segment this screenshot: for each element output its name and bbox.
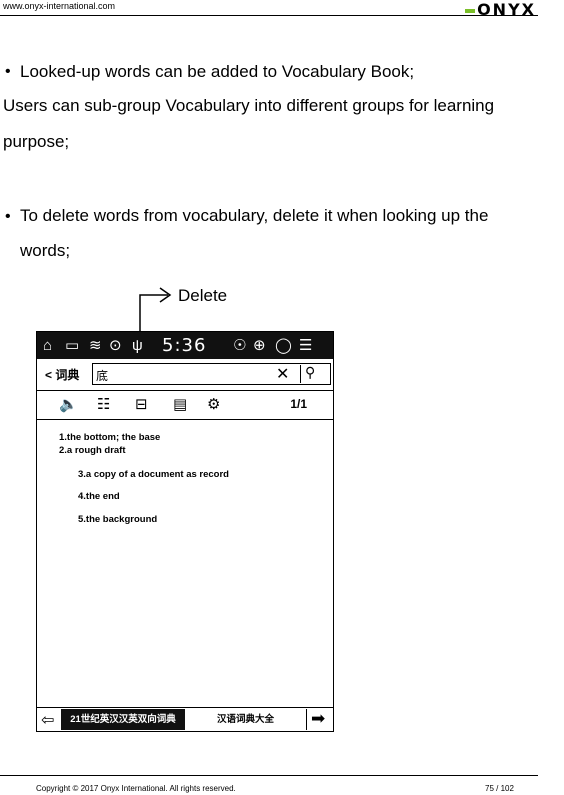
list-item: 1.the bottom; the base	[59, 432, 161, 443]
arrow-left-icon[interactable]: ⇦	[41, 710, 54, 730]
zoom-icon: ⊕	[253, 337, 266, 354]
toolbar: 🔈 ☷ ⊟ ▤ ⚙ 1/1	[37, 391, 333, 420]
tab-dictionary-active[interactable]: 21世纪英汉汉英双向词典	[61, 709, 185, 730]
wifi-icon: ≋	[89, 337, 102, 354]
menu-icon: ☰	[299, 337, 313, 354]
usb-icon: ψ	[132, 337, 143, 354]
speaker-icon[interactable]: 🔈	[59, 395, 78, 413]
gear-icon[interactable]: ⚙	[207, 395, 220, 413]
page-indicator: 1/1	[290, 397, 307, 411]
chevron-down-icon: ⊙	[109, 337, 122, 354]
tab-dictionary-other[interactable]: 汉语词典大全	[185, 709, 307, 730]
search-icon[interactable]: ⚲	[305, 364, 315, 381]
close-icon[interactable]: ✕	[276, 364, 289, 384]
vocabulary-icon[interactable]: ☷	[97, 395, 110, 413]
list-item: 2.a rough draft	[59, 445, 126, 456]
notes-icon[interactable]: ▤	[173, 395, 187, 413]
list-item: 4.the end	[78, 491, 120, 502]
refresh-icon: ◯	[275, 337, 292, 354]
footer-page-number: 75 / 102	[485, 784, 514, 793]
arrow-right-icon[interactable]: ➡	[311, 709, 325, 729]
footer-copyright: Copyright © 2017 Onyx International. All…	[36, 784, 236, 793]
dictionary-bar: ⇦ 21世纪英汉汉英双向词典 汉语词典大全 ➡	[37, 707, 333, 732]
list-item: 5.the background	[78, 514, 158, 525]
delete-label: Delete	[178, 286, 228, 305]
list-item: 3.a copy of a document as record	[78, 469, 229, 480]
power-icon: ☉	[233, 337, 247, 354]
footer-divider	[0, 775, 538, 776]
home-icon: ⌂	[43, 337, 53, 354]
status-bar: ⌂ ▭ ≋ ⊙ ψ 5:36 ☉ ⊕ ◯ ☰	[37, 332, 333, 359]
search-input[interactable]: 底 ✕ ⚲	[92, 363, 331, 385]
device-screenshot: ⌂ ▭ ≋ ⊙ ψ 5:36 ☉ ⊕ ◯ ☰ < 词典 底 ✕ ⚲ 🔈 ☷ ⊟ …	[36, 331, 334, 732]
status-time: 5:36	[162, 335, 207, 356]
delete-icon[interactable]: ⊟	[135, 395, 148, 413]
search-separator	[300, 365, 301, 383]
search-value: 底	[96, 369, 109, 383]
chevron-left-icon: <	[45, 368, 53, 382]
battery-icon: ▭	[65, 337, 80, 354]
search-row: < 词典 底 ✕ ⚲	[37, 360, 333, 391]
back-button[interactable]: < 词典	[45, 366, 79, 383]
